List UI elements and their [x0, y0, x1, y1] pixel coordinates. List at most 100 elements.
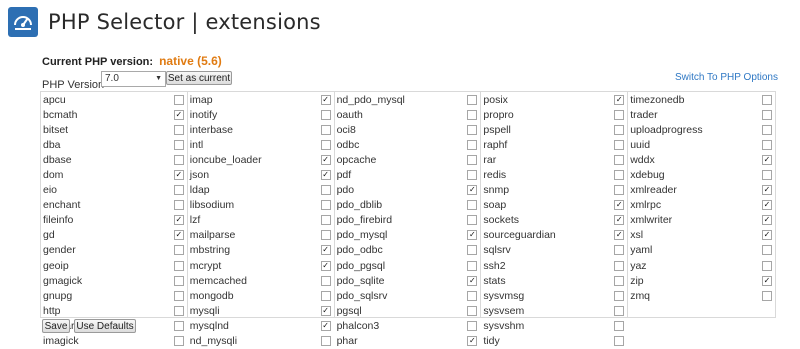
set-as-current-button[interactable]: Set as current: [166, 71, 232, 85]
extension-checkbox[interactable]: [320, 200, 331, 211]
extension-checkbox[interactable]: [761, 260, 772, 271]
extension-checkbox[interactable]: [614, 305, 625, 316]
extension-checkbox-checked[interactable]: ✓: [614, 215, 625, 226]
extension-checkbox[interactable]: [761, 290, 772, 301]
extension-checkbox[interactable]: [467, 260, 478, 271]
extension-checkbox[interactable]: [173, 290, 184, 301]
extension-checkbox-checked[interactable]: ✓: [467, 185, 478, 196]
extension-checkbox-checked[interactable]: ✓: [761, 230, 772, 241]
extension-name: zmq: [630, 289, 651, 302]
extension-checkbox[interactable]: [320, 230, 331, 241]
extension-checkbox[interactable]: [467, 139, 478, 150]
extension-checkbox-checked[interactable]: ✓: [761, 275, 772, 286]
extension-name: oauth: [336, 108, 363, 121]
extension-checkbox-checked[interactable]: ✓: [173, 230, 184, 241]
extension-checkbox[interactable]: [614, 320, 625, 331]
extension-checkbox[interactable]: [320, 275, 331, 286]
extension-checkbox-checked[interactable]: ✓: [467, 275, 478, 286]
extension-checkbox[interactable]: [173, 305, 184, 316]
extension-row: stats: [481, 273, 627, 288]
extension-checkbox[interactable]: [467, 124, 478, 135]
extension-checkbox-checked[interactable]: ✓: [320, 170, 331, 181]
extension-checkbox[interactable]: [761, 245, 772, 256]
extension-checkbox[interactable]: [614, 260, 625, 271]
extension-checkbox[interactable]: [467, 245, 478, 256]
extension-checkbox[interactable]: [173, 94, 184, 105]
extension-checkbox[interactable]: [320, 290, 331, 301]
extension-name: sockets: [483, 214, 519, 227]
extension-name: dba: [43, 138, 61, 151]
extension-checkbox-checked[interactable]: ✓: [761, 215, 772, 226]
extension-checkbox[interactable]: [761, 109, 772, 120]
extension-checkbox-checked[interactable]: ✓: [614, 94, 625, 105]
save-button[interactable]: Save: [42, 319, 70, 333]
extension-checkbox-checked[interactable]: ✓: [761, 154, 772, 165]
extension-checkbox[interactable]: [320, 139, 331, 150]
extension-name: oci8: [336, 123, 356, 136]
extension-checkbox[interactable]: [467, 305, 478, 316]
extension-checkbox[interactable]: [614, 124, 625, 135]
extension-name: sysvshm: [483, 319, 525, 332]
switch-to-php-options-link[interactable]: Switch To PHP Options: [675, 72, 778, 83]
extension-checkbox[interactable]: [467, 109, 478, 120]
extension-checkbox[interactable]: [320, 124, 331, 135]
extension-row: gd ✓: [41, 228, 187, 243]
extension-checkbox-checked[interactable]: ✓: [173, 109, 184, 120]
use-defaults-button[interactable]: Use Defaults: [74, 319, 136, 333]
extension-checkbox[interactable]: [173, 260, 184, 271]
extension-checkbox[interactable]: [614, 109, 625, 120]
extension-checkbox[interactable]: [173, 245, 184, 256]
extension-checkbox[interactable]: [761, 124, 772, 135]
extension-checkbox-checked[interactable]: ✓: [761, 185, 772, 196]
extension-checkbox[interactable]: [173, 200, 184, 211]
extension-checkbox[interactable]: [173, 139, 184, 150]
extension-checkbox[interactable]: [467, 320, 478, 331]
extension-checkbox[interactable]: [467, 170, 478, 181]
extension-checkbox[interactable]: [761, 139, 772, 150]
extension-checkbox-checked[interactable]: ✓: [320, 94, 331, 105]
extension-checkbox[interactable]: [173, 154, 184, 165]
extension-checkbox[interactable]: [761, 94, 772, 105]
extension-checkbox[interactable]: [761, 170, 772, 181]
extension-column: imap ✓ inotify interbase intl ioncube_loader ✓…: [188, 92, 335, 347]
extension-checkbox[interactable]: [467, 290, 478, 301]
extension-checkbox-checked[interactable]: ✓: [467, 230, 478, 241]
extension-column: timezonedb trader uploadprogress uuid wddx ✓ x…: [628, 92, 775, 317]
extension-name: pdo_sqlite: [336, 274, 385, 287]
extension-checkbox[interactable]: [614, 290, 625, 301]
extension-checkbox[interactable]: [614, 245, 625, 256]
extension-checkbox[interactable]: [614, 154, 625, 165]
extension-checkbox[interactable]: [173, 320, 184, 331]
extension-row: phar ✓: [335, 334, 481, 349]
extension-checkbox-checked[interactable]: ✓: [614, 200, 625, 211]
extension-checkbox-checked[interactable]: ✓: [320, 245, 331, 256]
extension-checkbox[interactable]: [467, 200, 478, 211]
extension-name: xmlwriter: [630, 214, 673, 227]
extension-row: sysvsem: [481, 303, 627, 318]
extension-checkbox[interactable]: [467, 154, 478, 165]
extension-name: mcrypt: [189, 259, 222, 272]
extension-checkbox[interactable]: [614, 185, 625, 196]
extension-row: posix ✓: [481, 92, 627, 107]
extension-checkbox-checked[interactable]: ✓: [320, 154, 331, 165]
extension-checkbox[interactable]: [614, 275, 625, 286]
extension-checkbox-checked[interactable]: ✓: [173, 170, 184, 181]
extension-checkbox-checked[interactable]: ✓: [320, 260, 331, 271]
extension-checkbox[interactable]: [320, 109, 331, 120]
extension-checkbox[interactable]: [320, 215, 331, 226]
extension-checkbox-checked[interactable]: ✓: [173, 215, 184, 226]
php-version-label: PHP Version: [42, 79, 105, 91]
extension-checkbox[interactable]: [320, 185, 331, 196]
extension-checkbox-checked[interactable]: ✓: [761, 200, 772, 211]
extension-checkbox-checked[interactable]: ✓: [614, 230, 625, 241]
extension-checkbox-checked[interactable]: ✓: [320, 320, 331, 331]
extension-checkbox[interactable]: [614, 170, 625, 181]
extension-checkbox[interactable]: [173, 185, 184, 196]
extension-checkbox[interactable]: [467, 215, 478, 226]
extension-checkbox[interactable]: [173, 124, 184, 135]
php-version-select[interactable]: 7.0 ▼: [101, 71, 166, 87]
extension-checkbox[interactable]: [614, 139, 625, 150]
extension-checkbox[interactable]: [173, 275, 184, 286]
extension-checkbox-checked[interactable]: ✓: [320, 305, 331, 316]
extension-checkbox[interactable]: [467, 94, 478, 105]
